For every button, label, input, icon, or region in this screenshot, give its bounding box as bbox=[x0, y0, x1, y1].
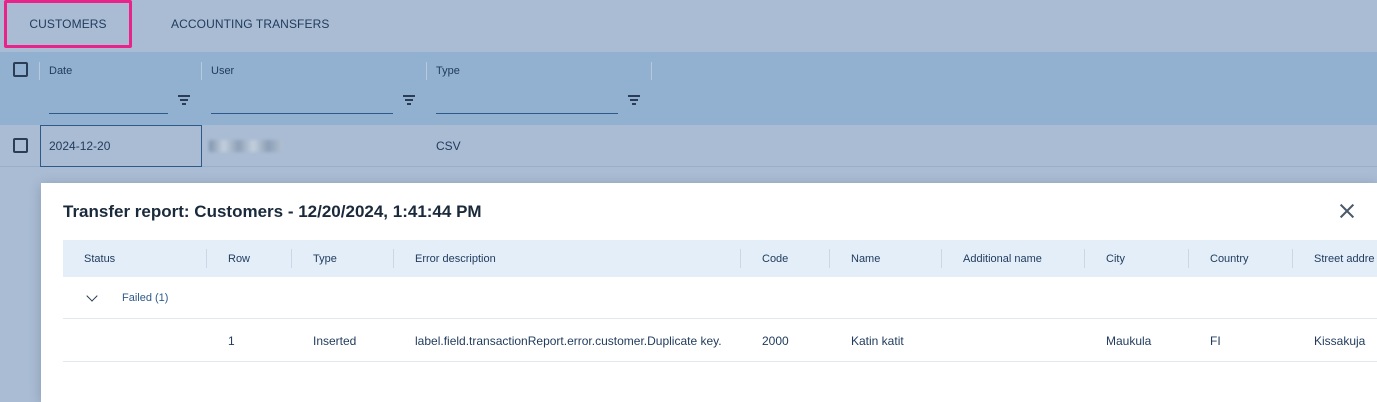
report-table-header: Status Row Type Error description Code N… bbox=[63, 240, 1377, 277]
redacted-user-name bbox=[209, 140, 283, 152]
column-separator bbox=[1084, 249, 1085, 268]
column-header-status[interactable]: Status bbox=[84, 240, 115, 277]
cell-name: Katin katit bbox=[851, 333, 904, 348]
cell-country: FI bbox=[1210, 333, 1221, 348]
column-separator bbox=[39, 62, 40, 80]
column-header-type[interactable]: Type bbox=[313, 240, 337, 277]
column-header-date[interactable]: Date bbox=[49, 65, 72, 77]
column-header-city[interactable]: City bbox=[1106, 240, 1125, 277]
column-separator bbox=[206, 249, 207, 268]
cell-type: Inserted bbox=[313, 333, 357, 348]
select-all-checkbox[interactable] bbox=[13, 62, 28, 77]
grid-header: Date User Type bbox=[0, 52, 1377, 125]
dialog-title: Transfer report: Customers - 12/20/2024,… bbox=[63, 202, 482, 221]
column-separator bbox=[941, 249, 942, 268]
column-header-additional-name[interactable]: Additional name bbox=[963, 240, 1042, 277]
cell-user bbox=[209, 125, 283, 167]
column-header-country[interactable]: Country bbox=[1210, 240, 1249, 277]
filter-icon[interactable] bbox=[628, 95, 640, 105]
tab-customers[interactable]: CUSTOMERS bbox=[4, 0, 132, 48]
group-label: Failed (1) bbox=[122, 292, 169, 304]
date-filter-input[interactable] bbox=[49, 92, 168, 114]
column-header-street-address[interactable]: Street addre bbox=[1314, 240, 1375, 277]
report-table: Status Row Type Error description Code N… bbox=[63, 240, 1377, 402]
tab-bar: CUSTOMERS ACCOUNTING TRANSFERS bbox=[0, 0, 1377, 52]
filter-icon[interactable] bbox=[403, 95, 415, 105]
table-row[interactable]: 2024-12-20 CSV bbox=[0, 125, 1377, 167]
type-filter-input[interactable] bbox=[436, 92, 618, 114]
tab-accounting-transfers[interactable]: ACCOUNTING TRANSFERS bbox=[171, 0, 329, 48]
column-separator bbox=[1188, 249, 1189, 268]
chevron-down-icon[interactable] bbox=[86, 290, 98, 302]
table-row: 1 Inserted label.field.transactionReport… bbox=[63, 319, 1377, 362]
filter-icon[interactable] bbox=[178, 95, 190, 105]
cell-row: 1 bbox=[228, 333, 235, 348]
cell-date[interactable]: 2024-12-20 bbox=[40, 125, 202, 167]
column-separator bbox=[740, 249, 741, 268]
cell-code: 2000 bbox=[762, 333, 789, 348]
column-separator bbox=[1292, 249, 1293, 268]
column-separator bbox=[393, 249, 394, 268]
group-row-failed[interactable]: Failed (1) bbox=[63, 277, 1377, 319]
column-header-row[interactable]: Row bbox=[228, 240, 250, 277]
column-header-code[interactable]: Code bbox=[762, 240, 788, 277]
column-separator bbox=[426, 62, 427, 80]
column-separator bbox=[829, 249, 830, 268]
user-filter-input[interactable] bbox=[211, 92, 393, 114]
column-header-name[interactable]: Name bbox=[851, 240, 880, 277]
column-header-error-description[interactable]: Error description bbox=[415, 240, 496, 277]
close-icon[interactable] bbox=[1339, 203, 1355, 219]
column-separator bbox=[291, 249, 292, 268]
cell-type: CSV bbox=[436, 139, 461, 153]
column-header-type[interactable]: Type bbox=[436, 65, 460, 77]
cell-street-address: Kissakuja bbox=[1314, 333, 1366, 348]
cell-city: Maukula bbox=[1106, 333, 1152, 348]
cell-error-description: label.field.transactionReport.error.cust… bbox=[415, 333, 722, 348]
column-separator bbox=[201, 62, 202, 80]
column-separator bbox=[651, 62, 652, 80]
column-header-user[interactable]: User bbox=[211, 65, 234, 77]
transfer-report-dialog: Transfer report: Customers - 12/20/2024,… bbox=[41, 183, 1377, 402]
row-checkbox[interactable] bbox=[13, 138, 28, 153]
